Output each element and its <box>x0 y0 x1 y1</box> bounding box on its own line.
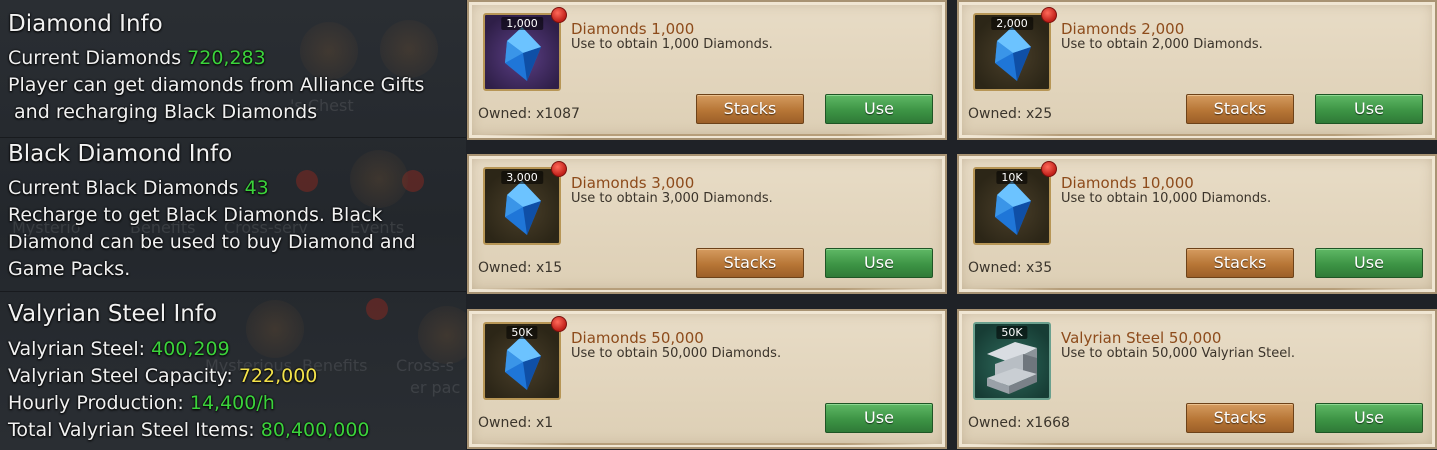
current-black-diamonds-value: 43 <box>244 177 269 199</box>
info-panel: 's Chest Mysterio Benefits Cross-serv Ev… <box>0 0 466 450</box>
current-diamonds-label: Current Diamonds <box>8 47 182 69</box>
stacks-button[interactable]: Stacks <box>1186 248 1294 278</box>
valyrian-capacity-line: Valyrian Steel Capacity: 722,000 <box>0 363 466 390</box>
hourly-production-label: Hourly Production: <box>8 392 184 414</box>
item-badge: 1,000 <box>501 17 543 30</box>
current-black-diamonds-label: Current Black Diamonds <box>8 177 239 199</box>
use-button[interactable]: Use <box>1315 94 1423 124</box>
owned-count: Owned: x1087 <box>478 106 580 122</box>
hourly-production-value: 14,400/h <box>189 392 275 414</box>
hourly-production-line: Hourly Production: 14,400/h <box>0 390 466 417</box>
diamond-info-desc-line: and recharging Black Diamonds <box>8 101 318 123</box>
stacks-button[interactable]: Stacks <box>696 94 804 124</box>
item-icon-frame[interactable]: 50K <box>973 322 1051 400</box>
item-icon-frame[interactable]: 3,000 <box>483 161 567 245</box>
current-black-diamonds-line: Current Black Diamonds 43 <box>0 175 466 202</box>
item-name: Diamonds 3,000 <box>571 174 695 192</box>
item-name: Valyrian Steel 50,000 <box>1061 329 1222 347</box>
item-description: Use to obtain 1,000 Diamonds. <box>571 37 773 52</box>
item-name: Diamonds 10,000 <box>1061 174 1194 192</box>
item-icon-frame[interactable]: 2,000 <box>973 7 1057 91</box>
valyrian-capacity-value: 722,000 <box>238 365 318 387</box>
item-description: Use to obtain 50,000 Diamonds. <box>571 346 782 361</box>
owned-count: Owned: x15 <box>478 260 563 276</box>
black-diamond-info-section: Black Diamond Info Current Black Diamond… <box>0 137 466 283</box>
owned-count: Owned: x1 <box>478 415 554 431</box>
stacks-button[interactable]: Stacks <box>696 248 804 278</box>
black-diamond-desc-line: Game Packs. <box>8 258 131 280</box>
valyrian-steel-value: 400,209 <box>151 338 230 360</box>
use-button[interactable]: Use <box>825 403 933 433</box>
notification-dot <box>551 7 567 23</box>
valyrian-steel-info-section: Valyrian Steel Info Valyrian Steel: 400,… <box>0 291 466 444</box>
notification-dot <box>1041 161 1057 177</box>
item-icon-frame[interactable]: 50K <box>483 316 567 400</box>
black-diamond-desc-line: Diamond can be used to buy Diamond and <box>8 231 416 253</box>
diamond-info-section: Diamond Info Current Diamonds 720,283 Pl… <box>0 10 466 126</box>
use-button[interactable]: Use <box>825 94 933 124</box>
owned-count: Owned: x1668 <box>968 415 1070 431</box>
item-name: Diamonds 2,000 <box>1061 20 1185 38</box>
item-card: 3,000 Diamonds 3,000 Use to obtain 3,000… <box>467 154 947 294</box>
diamond-info-desc-line: Player can get diamonds from Alliance Gi… <box>8 74 425 96</box>
valyrian-steel-info-title: Valyrian Steel Info <box>8 301 218 327</box>
use-button[interactable]: Use <box>1315 403 1423 433</box>
owned-count: Owned: x35 <box>968 260 1053 276</box>
item-card: 50K Valyrian Steel 50,000 Use to obtain … <box>957 309 1437 449</box>
item-description: Use to obtain 10,000 Diamonds. <box>1061 191 1272 206</box>
diamond-info-title: Diamond Info <box>8 11 163 37</box>
item-icon-frame[interactable]: 1,000 <box>483 7 567 91</box>
item-badge: 3,000 <box>501 171 543 184</box>
valyrian-steel-label: Valyrian Steel: <box>8 338 146 360</box>
item-name: Diamonds 50,000 <box>571 329 704 347</box>
use-button[interactable]: Use <box>1315 248 1423 278</box>
use-button[interactable]: Use <box>825 248 933 278</box>
item-card: 1,000 Diamonds 1,000 Use to obtain 1,000… <box>467 0 947 140</box>
item-badge: 2,000 <box>991 17 1033 30</box>
black-diamond-desc-line: Recharge to get Black Diamonds. Black <box>8 204 383 226</box>
stacks-button[interactable]: Stacks <box>1186 403 1294 433</box>
notification-dot <box>551 316 567 332</box>
notification-dot <box>1041 7 1057 23</box>
item-badge: 50K <box>506 326 538 339</box>
item-description: Use to obtain 2,000 Diamonds. <box>1061 37 1263 52</box>
total-steel-items-value: 80,400,000 <box>260 419 370 441</box>
black-diamond-info-title: Black Diamond Info <box>8 141 233 167</box>
valyrian-steel-line: Valyrian Steel: 400,209 <box>0 336 466 363</box>
item-icon-frame[interactable]: 10K <box>973 161 1057 245</box>
current-diamonds-line: Current Diamonds 720,283 <box>0 45 466 72</box>
item-card: 50K Diamonds 50,000 Use to obtain 50,000… <box>467 309 947 449</box>
total-steel-items-label: Total Valyrian Steel Items: <box>8 419 255 441</box>
current-diamonds-value: 720,283 <box>187 47 266 69</box>
item-name: Diamonds 1,000 <box>571 20 695 38</box>
item-card: 2,000 Diamonds 2,000 Use to obtain 2,000… <box>957 0 1437 140</box>
valyrian-capacity-label: Valyrian Steel Capacity: <box>8 365 233 387</box>
item-description: Use to obtain 50,000 Valyrian Steel. <box>1061 346 1296 361</box>
total-steel-items-line: Total Valyrian Steel Items: 80,400,000 <box>0 417 466 444</box>
notification-dot <box>551 161 567 177</box>
stacks-button[interactable]: Stacks <box>1186 94 1294 124</box>
item-description: Use to obtain 3,000 Diamonds. <box>571 191 773 206</box>
item-badge: 50K <box>996 326 1028 339</box>
item-badge: 10K <box>996 171 1028 184</box>
owned-count: Owned: x25 <box>968 106 1053 122</box>
item-card: 10K Diamonds 10,000 Use to obtain 10,000… <box>957 154 1437 294</box>
